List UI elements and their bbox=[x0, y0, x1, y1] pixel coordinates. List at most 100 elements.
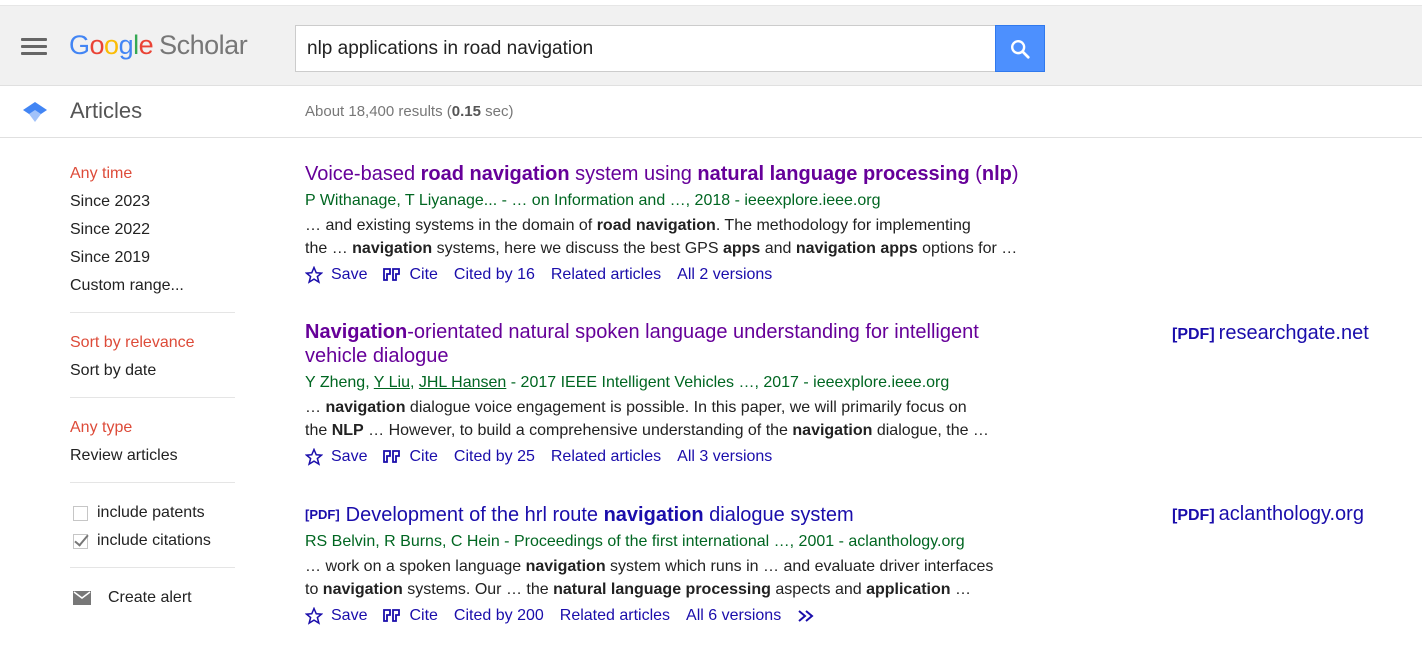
author-text: Y Zheng, bbox=[305, 374, 374, 391]
snippet-text: navigation bbox=[792, 422, 873, 439]
title-text: dialogue system bbox=[703, 504, 854, 526]
snippet-text: apps bbox=[722, 240, 761, 257]
result-actions: Save Cite Cited by 16 Related articles A… bbox=[305, 263, 1405, 287]
result-title[interactable]: Navigation-orientated natural spoken lan… bbox=[305, 320, 1035, 368]
versions-link[interactable]: All 2 versions bbox=[677, 266, 772, 284]
filter-any-type[interactable]: Any type bbox=[70, 414, 235, 442]
snippet-text: NLP bbox=[331, 422, 364, 439]
snippet-text: and bbox=[760, 240, 796, 257]
title-text: -orientated natural spoken language unde… bbox=[305, 321, 979, 367]
search-button[interactable] bbox=[995, 25, 1045, 72]
filter-since-2022[interactable]: Since 2022 bbox=[70, 216, 235, 244]
filter-since-2023[interactable]: Since 2023 bbox=[70, 188, 235, 216]
search-input[interactable] bbox=[295, 25, 996, 72]
star-icon bbox=[305, 448, 323, 466]
cite-label: Cite bbox=[409, 448, 438, 465]
snippet-text: dialogue, the … bbox=[872, 422, 989, 439]
snippet-text: natural language processing bbox=[553, 581, 771, 598]
author-text: , bbox=[409, 374, 419, 391]
filter-since-2019[interactable]: Since 2019 bbox=[70, 244, 235, 272]
mail-icon bbox=[73, 591, 91, 605]
include-citations-label: include citations bbox=[97, 532, 211, 549]
star-icon bbox=[305, 607, 323, 625]
title-text: Navigation bbox=[305, 321, 408, 343]
author-link[interactable]: Y Liu bbox=[374, 374, 410, 391]
quote-icon bbox=[383, 609, 401, 622]
cite-label: Cite bbox=[409, 607, 438, 624]
save-label: Save bbox=[331, 266, 368, 283]
divider bbox=[70, 397, 235, 398]
snippet-text: options for … bbox=[917, 240, 1018, 257]
checkbox-icon[interactable] bbox=[73, 533, 88, 549]
pdf-source-link[interactable]: [PDF] aclanthology.org bbox=[1172, 503, 1364, 526]
save-button[interactable]: Save bbox=[305, 266, 367, 284]
cite-button[interactable]: Cite bbox=[383, 266, 438, 284]
result-title[interactable]: Voice-based road navigation system using… bbox=[305, 160, 1035, 186]
snippet-line: the … navigation systems, here we discus… bbox=[305, 237, 1035, 260]
create-alert-button[interactable]: Create alert bbox=[70, 584, 235, 612]
title-text: ( bbox=[969, 163, 982, 185]
versions-link[interactable]: All 3 versions bbox=[677, 448, 772, 466]
result-item: [PDF] Development of the hrl route naviga… bbox=[305, 503, 1405, 628]
snippet-text: … work on a spoken language bbox=[305, 558, 526, 575]
quote-icon bbox=[383, 450, 401, 463]
save-button[interactable]: Save bbox=[305, 448, 367, 466]
logo-letter: o bbox=[89, 30, 105, 60]
search-icon bbox=[1011, 39, 1030, 59]
related-articles-link[interactable]: Related articles bbox=[551, 448, 661, 466]
title-text: road navigation bbox=[420, 163, 570, 185]
save-label: Save bbox=[331, 607, 368, 624]
result-item: Voice-based road navigation system using… bbox=[305, 160, 1405, 320]
logo-letter: o bbox=[104, 30, 119, 60]
logo-letter: e bbox=[138, 30, 154, 60]
save-button[interactable]: Save bbox=[305, 607, 367, 625]
more-button[interactable] bbox=[797, 609, 825, 623]
snippet-text: … and existing systems in the domain of bbox=[305, 217, 597, 234]
divider bbox=[70, 312, 235, 313]
pdf-tag: [PDF] bbox=[1172, 326, 1215, 343]
result-authors: RS Belvin, R Burns, C Hein - Proceedings… bbox=[305, 533, 965, 550]
stats-suffix: sec) bbox=[480, 103, 514, 120]
related-articles-link[interactable]: Related articles bbox=[551, 266, 661, 284]
snippet-text: system which runs in … and evaluate driv… bbox=[605, 558, 994, 575]
sort-by-date[interactable]: Sort by date bbox=[70, 357, 235, 385]
section-title: Articles bbox=[70, 98, 143, 123]
include-patents-option[interactable]: include patents bbox=[70, 499, 235, 527]
quote-icon bbox=[383, 268, 401, 281]
logo-letter: G bbox=[69, 30, 90, 60]
snippet-text: aspects and bbox=[770, 581, 867, 598]
result-actions: Save Cite Cited by 200 Related articles … bbox=[305, 604, 1405, 628]
author-link[interactable]: JHL Hansen bbox=[419, 374, 506, 391]
result-item: Navigation-orientated natural spoken lan… bbox=[305, 320, 1405, 503]
title-text: Voice-based bbox=[305, 163, 421, 185]
cite-button[interactable]: Cite bbox=[383, 607, 438, 625]
pdf-source: aclanthology.org bbox=[1218, 503, 1364, 525]
google-scholar-logo[interactable]: Google Scholar bbox=[69, 28, 248, 62]
cited-by-link[interactable]: Cited by 200 bbox=[454, 607, 544, 625]
snippet-text: navigation bbox=[322, 581, 403, 598]
menu-icon[interactable] bbox=[21, 38, 47, 56]
include-citations-option[interactable]: include citations bbox=[70, 527, 235, 555]
filter-custom-range[interactable]: Custom range... bbox=[70, 272, 235, 300]
filter-review-articles[interactable]: Review articles bbox=[70, 442, 235, 470]
cited-by-link[interactable]: Cited by 16 bbox=[454, 266, 535, 284]
snippet-line: to navigation systems. Our … the natural… bbox=[305, 578, 1035, 601]
checkbox-icon[interactable] bbox=[73, 505, 88, 521]
title-text: system using bbox=[569, 163, 698, 185]
stats-prefix: About 18,400 results ( bbox=[305, 103, 452, 120]
versions-link[interactable]: All 6 versions bbox=[686, 607, 781, 625]
pdf-source-link[interactable]: [PDF] researchgate.net bbox=[1172, 322, 1369, 345]
author-text: - 2017 IEEE Intelligent Vehicles …, 2017… bbox=[506, 374, 950, 391]
sort-by-relevance[interactable]: Sort by relevance bbox=[70, 329, 235, 357]
result-title[interactable]: [PDF] Development of the hrl route naviga… bbox=[305, 503, 1035, 527]
cite-label: Cite bbox=[409, 266, 438, 283]
cite-button[interactable]: Cite bbox=[383, 448, 438, 466]
snippet-text: the bbox=[305, 422, 332, 439]
snippet-text: to bbox=[305, 581, 323, 598]
snippet-text: systems. Our … the bbox=[402, 581, 554, 598]
snippet-text: the … bbox=[305, 240, 353, 257]
filter-any-time[interactable]: Any time bbox=[70, 160, 235, 188]
star-icon bbox=[305, 266, 323, 284]
related-articles-link[interactable]: Related articles bbox=[560, 607, 670, 625]
cited-by-link[interactable]: Cited by 25 bbox=[454, 448, 535, 466]
